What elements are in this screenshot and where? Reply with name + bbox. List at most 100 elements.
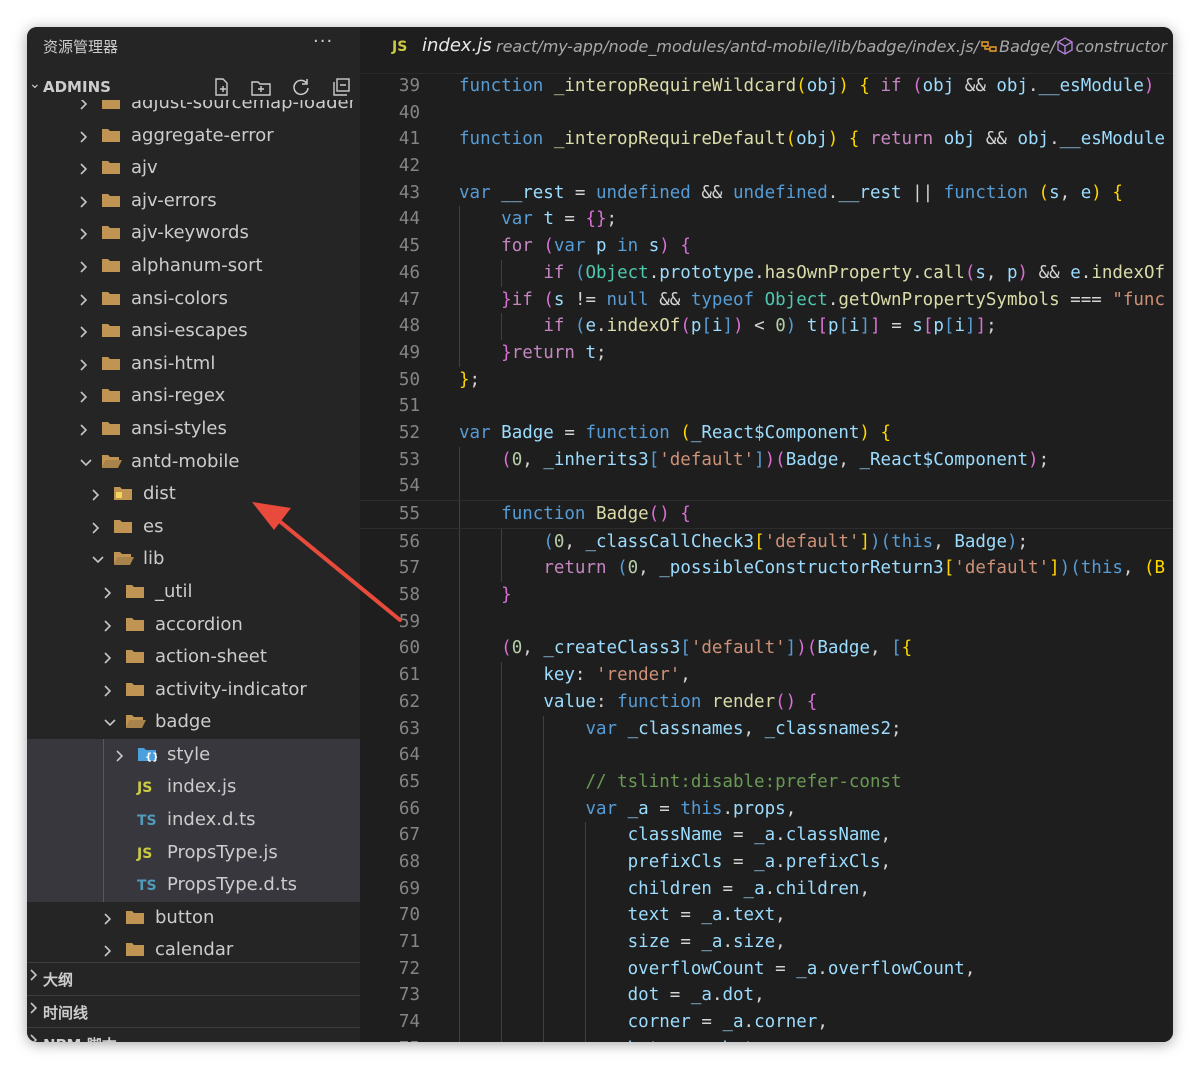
folder-icon [101, 257, 121, 275]
breadcrumb-file-name[interactable]: index.js [422, 35, 492, 56]
folder-item[interactable]: ansi-escapes [27, 315, 360, 348]
code-line[interactable]: 71 size = _a.size, [360, 929, 1173, 956]
indent-guide [585, 955, 587, 983]
line-number: 72 [398, 958, 420, 979]
code-line[interactable]: 57 return (0, _possibleConstructorReturn3… [360, 555, 1173, 583]
tree-item-label: antd-mobile [131, 450, 240, 472]
code-line[interactable]: 51 [360, 393, 1173, 420]
folder-item[interactable]: ajv [27, 152, 360, 185]
folder-item[interactable]: ansi-html [27, 348, 360, 381]
code-line[interactable]: 49}return t; [360, 339, 1173, 367]
code-line[interactable]: 53 (0, _inherits3['default'])(Badge, _Rea… [360, 446, 1173, 474]
code-line[interactable]: 61 key: 'render', [360, 662, 1173, 690]
code-line[interactable]: 62 value: function render() { [360, 688, 1173, 716]
tree-item-label: _util [155, 580, 193, 602]
panel-header[interactable]: NPM 脚本 [27, 1027, 360, 1042]
code-line[interactable]: 46 if (Object.prototype.hasOwnProperty.ca… [360, 259, 1173, 287]
code-line[interactable]: 72 overflowCount = _a.overflowCount, [360, 955, 1173, 983]
code-text: (0, _createClass3['default'])(Badge, [{ [501, 638, 913, 659]
code-line[interactable]: 68 prefixCls = _a.prefixCls, [360, 848, 1173, 876]
panel-header[interactable]: 时间线 [27, 995, 360, 1028]
code-text: className = _a.className, [627, 825, 892, 846]
folder-item[interactable]: antd-mobile [27, 446, 360, 479]
folder-item[interactable]: aggregate-error [27, 120, 360, 153]
ts-file-icon: TS [137, 878, 157, 895]
code-line[interactable]: 42 [360, 153, 1173, 180]
folder-item[interactable]: lib [27, 543, 360, 576]
code-line[interactable]: 73 dot = _a.dot, [360, 982, 1173, 1010]
code-line[interactable]: 44 var t = {}; [360, 206, 1173, 234]
code-text: (0, _inherits3['default'])(Badge, _React… [501, 449, 1050, 470]
file-item[interactable]: TS PropsType.d.ts [27, 869, 360, 903]
folder-item[interactable]: badge [27, 706, 360, 739]
new-file-icon[interactable] [210, 76, 232, 98]
folder-item[interactable]: es [27, 511, 360, 544]
code-line[interactable]: 63 var _classnames, _classnames2; [360, 715, 1173, 743]
folder-item[interactable]: _util [27, 576, 360, 609]
chevron-down-icon: ⌄ [29, 76, 41, 92]
folder-item[interactable]: action-sheet [27, 641, 360, 674]
refresh-icon[interactable] [290, 76, 312, 98]
code-line[interactable]: 40 [360, 100, 1173, 127]
code-line[interactable]: 60 (0, _createClass3['default'])(Badge, [… [360, 635, 1173, 663]
tree-item-label: PropsType.js [167, 841, 278, 863]
code-line[interactable]: 54 [360, 473, 1173, 501]
code-text: } [501, 585, 512, 606]
breadcrumb-method: constructor [1075, 37, 1167, 56]
code-line[interactable]: 56 (0, _classCallCheck3['default'])(this,… [360, 528, 1173, 556]
class-icon [981, 41, 997, 52]
collapse-all-icon[interactable] [330, 76, 352, 98]
code-line[interactable]: 74 corner = _a.corner, [360, 1009, 1173, 1037]
folder-icon [101, 192, 121, 210]
code-line[interactable]: 39 function _interopRequireWildcard(obj) … [360, 73, 1173, 100]
code-line[interactable]: 59 [360, 608, 1173, 636]
code-line[interactable]: 58} [360, 582, 1173, 610]
folder-icon [125, 941, 145, 959]
code-line[interactable]: 75 hot = _a.hot, [360, 1035, 1173, 1042]
folder-icon [125, 909, 145, 927]
folder-item[interactable]: ansi-regex [27, 380, 360, 413]
code-line[interactable]: 67 className = _a.className, [360, 822, 1173, 850]
folder-item[interactable]: dist [27, 478, 360, 511]
breadcrumb-path[interactable]: react/my-app/node_modules/antd-mobile/li… [496, 37, 1167, 56]
folder-item[interactable]: ajv-keywords [27, 217, 360, 250]
indent-guide [459, 902, 460, 930]
code-line[interactable]: 64 [360, 742, 1173, 770]
folder-item[interactable]: activity-indicator [27, 674, 360, 707]
folder-item[interactable]: ansi-styles [27, 413, 360, 446]
folder-item[interactable]: {} style [27, 738, 360, 772]
workspace-section-header[interactable]: ⌄ ADMINS [27, 76, 360, 100]
indent-guide [543, 1035, 545, 1042]
file-tree: adjust-sourcemap-loader aggregate-error aj… [27, 100, 360, 962]
code-line[interactable]: 48 if (e.indexOf(p[i]) < 0) t[p[i]] = s[p… [360, 313, 1173, 341]
code-line[interactable]: 69 children = _a.children, [360, 875, 1173, 903]
code-line[interactable]: 66 var _a = this.props, [360, 795, 1173, 823]
code-line[interactable]: 55 function Badge() { [360, 500, 1173, 529]
file-item[interactable]: JS PropsType.js [27, 836, 360, 870]
code-line[interactable]: 70 text = _a.text, [360, 902, 1173, 930]
folder-item[interactable]: alphanum-sort [27, 250, 360, 283]
folder-item[interactable]: ansi-colors [27, 283, 360, 316]
code-line[interactable]: 50}; [360, 367, 1173, 394]
code-line[interactable]: 43 var __rest = undefined && undefined.__… [360, 180, 1173, 207]
folder-item[interactable]: adjust-sourcemap-loader [27, 100, 360, 120]
code-area[interactable]: 39 function _interopRequireWildcard(obj) … [360, 73, 1173, 1042]
file-item[interactable]: JS index.js [27, 771, 360, 805]
code-line[interactable]: 52 var Badge = function (_React$Component… [360, 420, 1173, 447]
code-line[interactable]: 45 for (var p in s) { [360, 233, 1173, 261]
code-line[interactable]: 41 function _interopRequireDefault(obj) {… [360, 126, 1173, 153]
code-line[interactable]: 47}if (s != null && typeof Object.getOwn… [360, 286, 1173, 314]
new-folder-icon[interactable] [250, 76, 272, 98]
folder-item[interactable]: calendar [27, 934, 360, 962]
explorer-actions [210, 76, 352, 98]
indent-guide [543, 875, 545, 903]
folder-item[interactable]: button [27, 902, 360, 935]
file-tree-list: adjust-sourcemap-loader aggregate-error aj… [27, 100, 360, 962]
folder-item[interactable]: accordion [27, 609, 360, 642]
tree-item-label: adjust-sourcemap-loader [131, 100, 356, 113]
panel-header[interactable]: 大纲 [27, 962, 360, 995]
file-item[interactable]: TS index.d.ts [27, 804, 360, 838]
more-actions-icon[interactable]: ··· [313, 31, 333, 52]
code-line[interactable]: 65 // tslint:disable:prefer-const [360, 768, 1173, 796]
folder-item[interactable]: ajv-errors [27, 185, 360, 218]
